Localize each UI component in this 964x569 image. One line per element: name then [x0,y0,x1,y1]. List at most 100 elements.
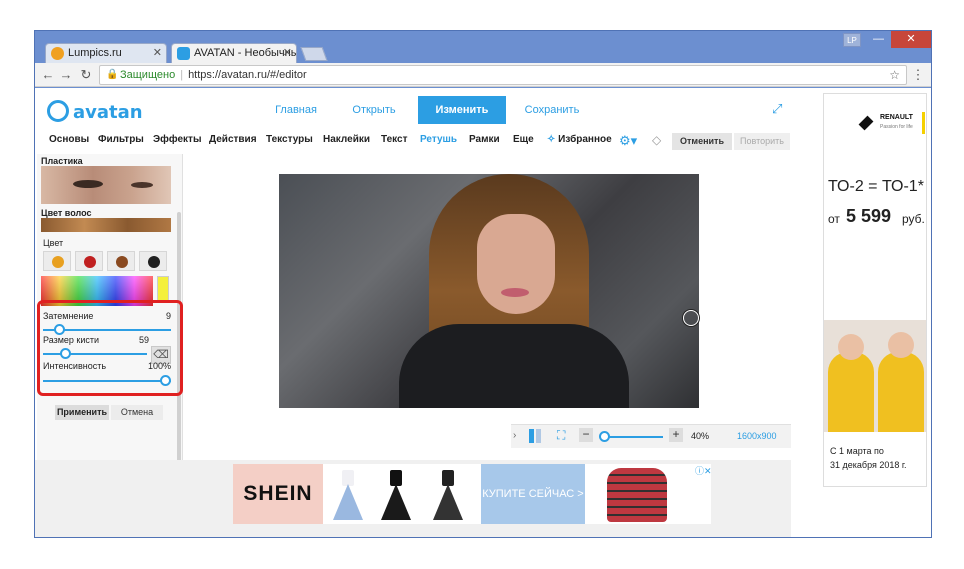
hair-drop-icon [116,256,128,268]
favorites-star-icon: ✧ [547,134,556,145]
swatch-blonde[interactable] [43,251,71,271]
hair-color-title: Цвет волос [41,208,92,218]
edited-photo[interactable] [279,174,699,408]
logo-text: avatan [73,102,143,123]
ad-date-line2: 31 декабря 2018 г. [830,460,907,470]
back-icon[interactable]: ← [39,66,57,84]
ad-accent-bar [922,112,925,134]
tool-more[interactable]: Еще [513,134,534,145]
layers-icon[interactable]: ◇ [652,133,661,147]
reload-icon[interactable]: ↻ [77,66,95,84]
lock-icon: 🔒 [106,69,119,80]
side-ad[interactable]: RENAULT Passion for life ТО-2 = ТО-1* от… [823,93,927,487]
ad-photo [824,320,926,432]
hair-drop-icon [52,256,64,268]
tab-label: Lumpics.ru [68,47,122,59]
zoom-slider-handle[interactable] [599,431,610,442]
plastic-thumbnail[interactable] [41,166,171,204]
swatch-brown[interactable] [107,251,135,271]
nav-home[interactable]: Главная [261,96,331,124]
lumpics-favicon-icon [51,47,64,60]
avatan-logo[interactable]: avatan [47,100,143,126]
ad-brand: RENAULT [880,114,913,121]
image-size: 1600x900 [737,431,777,441]
tool-filters[interactable]: Фильтры [98,134,144,145]
ad-date-line1: С 1 марта по [830,446,884,456]
ad-tagline: Passion for life [880,124,913,130]
banner-cta-button[interactable]: КУПИТЕ СЕЙЧАС > [481,464,585,524]
banner-ad[interactable]: SHEIN КУПИТЕ СЕЙЧАС > ⓘ✕ [233,464,712,524]
renault-logo-icon [858,115,874,131]
selected-color-swatch[interactable] [157,276,169,302]
nav-open[interactable]: Открыть [339,96,409,124]
settings-gear-icon[interactable]: ⚙▾ [619,133,637,149]
address-bar[interactable]: 🔒 Защищено | https://avatan.ru/#/editor ☆ [99,65,907,85]
highlight-frame [37,300,183,396]
ad-model: ТО-2 = ТО-1* [828,178,924,195]
hair-drop-icon [148,256,160,268]
tab-avatan[interactable]: AVATAN - Необычный ( ✕ [171,43,297,63]
close-window-button[interactable]: ✕ [891,31,931,48]
banner-brand: SHEIN [233,464,323,524]
dress-image [381,470,411,520]
secure-label: Защищено [120,69,176,81]
nav-edit[interactable]: Изменить [418,96,506,124]
tool-effects[interactable]: Эффекты [153,134,202,145]
brush-cursor-icon [683,310,699,326]
bookmark-star-icon[interactable]: ☆ [889,66,900,84]
zoom-out-button[interactable]: − [579,428,593,442]
zoom-toolbar: › ⛶ − + 40% 1600x900 [511,424,791,448]
screenshot: Lumpics.ru ✕ AVATAN - Необычный ( ✕ LP —… [0,0,964,569]
tool-stickers[interactable]: Наклейки [323,134,370,145]
fit-screen-icon[interactable]: ⛶ [557,428,565,443]
swatch-red[interactable] [75,251,103,271]
ad-price: 5 599 [846,206,892,226]
redo-button[interactable]: Повторить [734,133,790,150]
ad-price-prefix: от [828,212,840,226]
nav-save[interactable]: Сохранить [507,96,597,124]
zoom-in-button[interactable]: + [669,428,683,442]
zoom-level: 40% [691,431,710,441]
tab-close-icon[interactable]: ✕ [283,46,292,59]
adchoices-icon[interactable]: ⓘ✕ [695,464,712,477]
zoom-slider-track[interactable] [601,436,663,438]
cancel-button[interactable]: Отмена [111,405,163,420]
profile-badge[interactable]: LP [843,33,861,47]
tab-strip: Lumpics.ru ✕ AVATAN - Необычный ( ✕ LP —… [35,31,931,63]
url-text: https://avatan.ru/#/editor [188,69,307,81]
undo-button[interactable]: Отменить [672,133,732,150]
logo-mark-icon [47,100,69,122]
swatch-black[interactable] [139,251,167,271]
tool-favorites-label: Избранное [558,134,612,145]
tool-retouch[interactable]: Ретушь [420,134,457,145]
fullscreen-icon[interactable]: ⤢ [772,101,782,117]
editor-workspace: › ⛶ − + 40% 1600x900 [185,154,791,460]
tool-actions[interactable]: Действия [209,134,257,145]
hair-drop-icon [84,256,96,268]
avatan-favicon-icon [177,47,190,60]
tab-label: AVATAN - Необычный ( [194,47,296,59]
web-page: avatan Главная Открыть Изменить Сохранит… [35,88,931,537]
minimize-button[interactable]: — [865,31,892,48]
plastic-title: Пластика [41,156,83,166]
tool-text[interactable]: Текст [381,134,408,145]
apply-button[interactable]: Применить [55,405,109,420]
new-tab-button[interactable] [300,47,328,61]
browser-toolbar: ← → ↻ 🔒 Защищено | https://avatan.ru/#/edi… [35,63,931,87]
tool-basics[interactable]: Основы [49,134,89,145]
dress-image [333,470,363,520]
tools-menu: Основы Фильтры Эффекты Действия Текстуры… [35,130,791,152]
chevron-right-icon[interactable]: › [513,430,516,441]
compare-icon[interactable] [529,429,541,443]
tab-lumpics[interactable]: Lumpics.ru ✕ [45,43,167,63]
tab-close-icon[interactable]: ✕ [153,46,162,59]
plaid-dress-image [607,468,667,522]
browser-menu-icon[interactable]: ⋮ [911,66,925,84]
tool-textures[interactable]: Текстуры [266,134,313,145]
tool-favorites[interactable]: ✧ Избранное [547,134,612,145]
forward-icon[interactable]: → [57,66,75,84]
browser-window: Lumpics.ru ✕ AVATAN - Необычный ( ✕ LP —… [34,30,932,538]
tool-frames[interactable]: Рамки [469,134,500,145]
color-label: Цвет [43,238,64,248]
hair-color-thumbnail[interactable] [41,218,171,232]
